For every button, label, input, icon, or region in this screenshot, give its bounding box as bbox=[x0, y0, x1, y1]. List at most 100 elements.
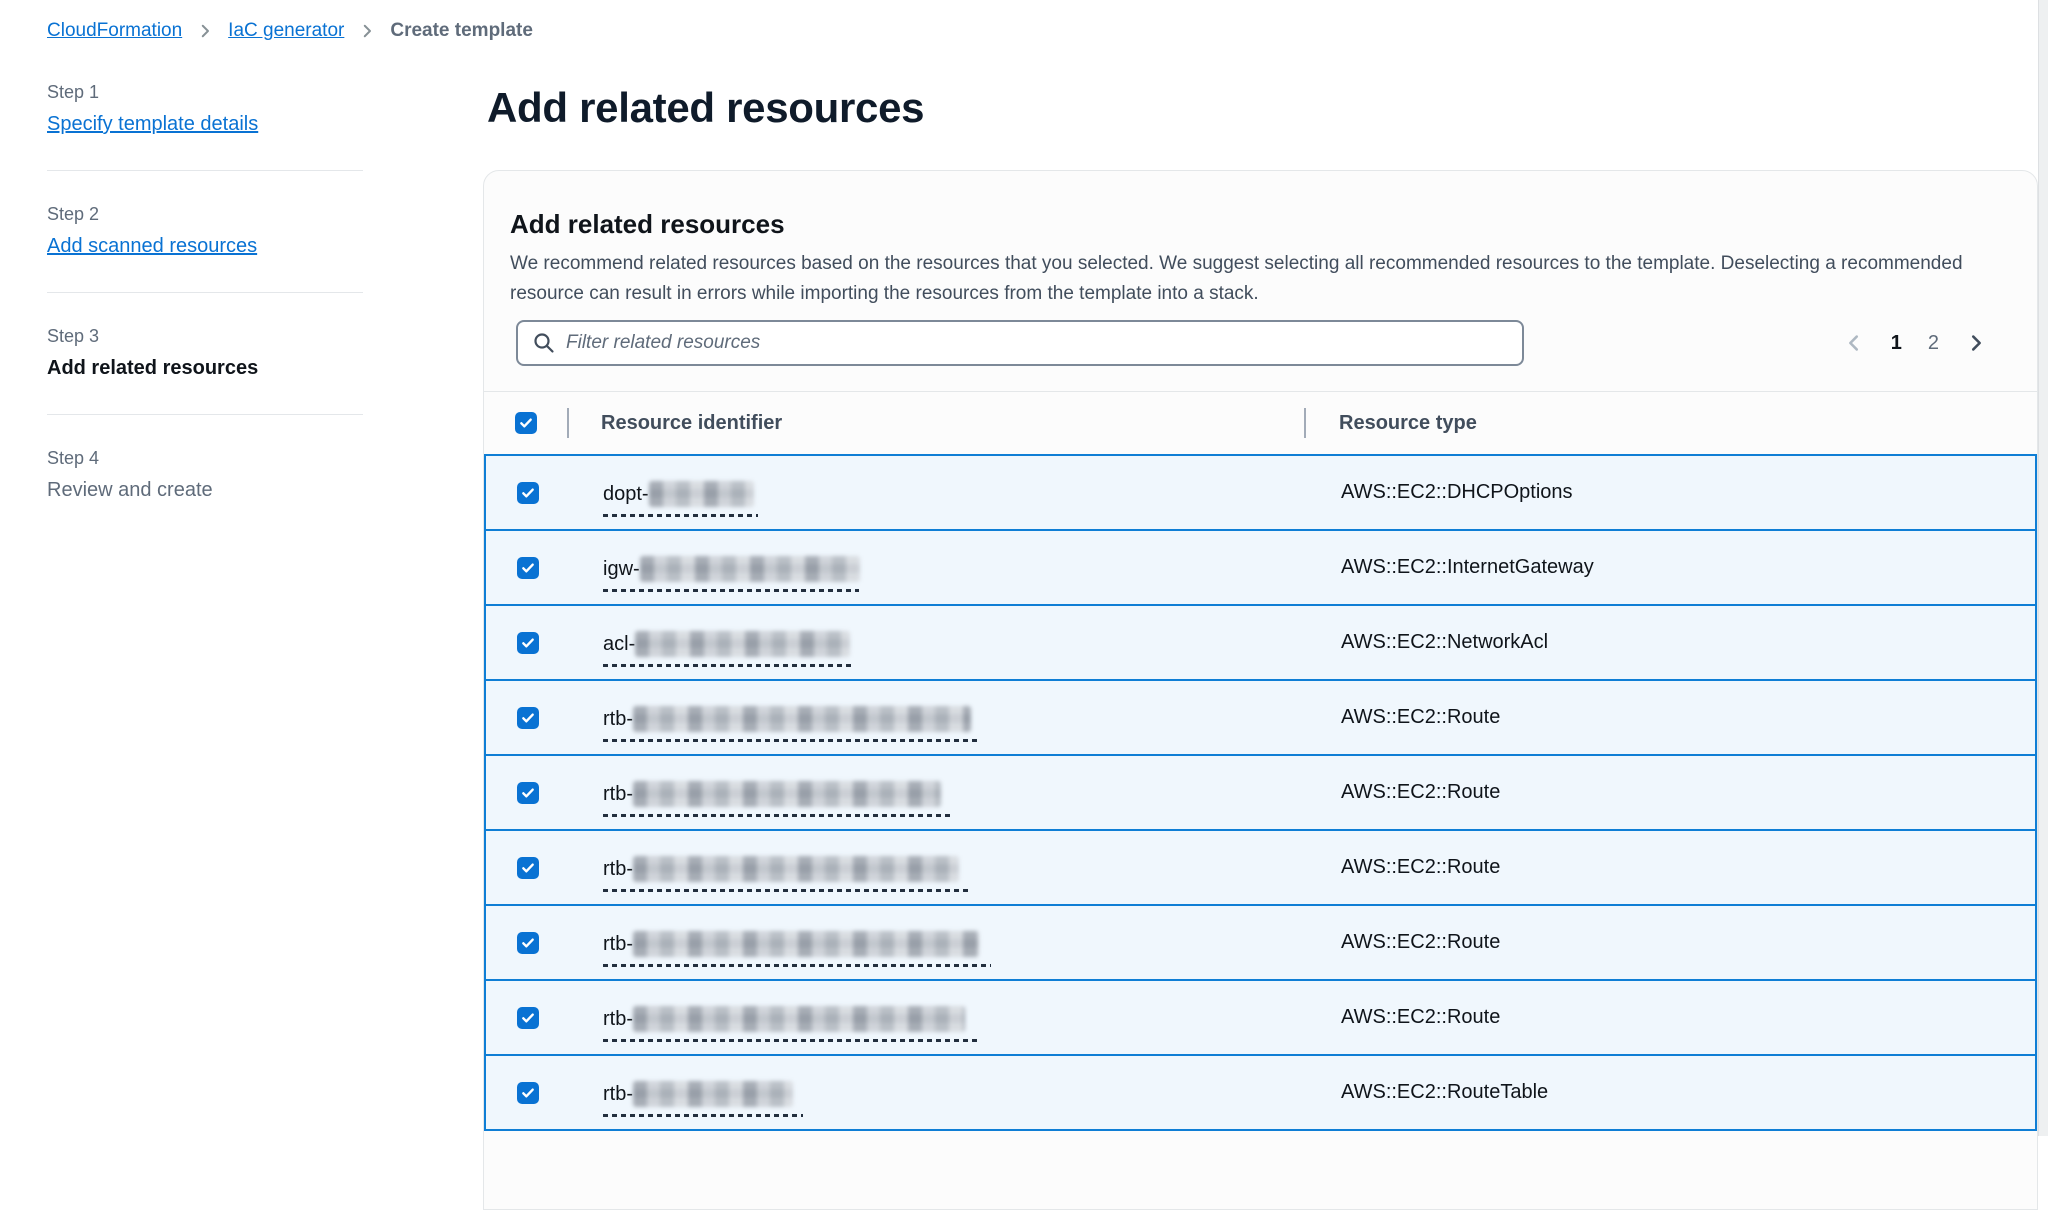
column-header-resource-identifier[interactable]: Resource identifier bbox=[601, 412, 782, 434]
table-row[interactable]: rtb- AWS::EC2::Route bbox=[484, 979, 2037, 1056]
resource-identifier-prefix: rtb- bbox=[603, 1083, 633, 1106]
resource-identifier[interactable]: rtb- bbox=[603, 855, 971, 892]
redacted-identifier-blur bbox=[633, 1006, 965, 1032]
table-row[interactable]: dopt- AWS::EC2::DHCPOptions bbox=[484, 454, 2037, 531]
filter-input[interactable]: Filter related resources bbox=[516, 320, 1524, 366]
wizard-step-nav: Step 1 Specify template details Step 2 A… bbox=[47, 82, 363, 502]
resource-type-value: AWS::EC2::Route bbox=[1306, 681, 2035, 754]
panel-description: We recommend related resources based on … bbox=[510, 249, 2011, 309]
table-row[interactable]: igw- AWS::EC2::InternetGateway bbox=[484, 529, 2037, 606]
chevron-right-icon bbox=[196, 22, 214, 40]
divider bbox=[47, 414, 363, 415]
row-checkbox[interactable] bbox=[517, 632, 539, 654]
pagination: 1 2 bbox=[1843, 332, 1987, 355]
step-3-current: Add related resources bbox=[47, 357, 258, 379]
table-row[interactable]: rtb- AWS::EC2::RouteTable bbox=[484, 1054, 2037, 1131]
table-row[interactable]: acl- AWS::EC2::NetworkAcl bbox=[484, 604, 2037, 681]
step-4: Step 4 Review and create bbox=[47, 448, 363, 502]
redacted-identifier-blur bbox=[635, 631, 850, 657]
resource-identifier[interactable]: rtb- bbox=[603, 930, 991, 967]
redacted-identifier-blur bbox=[633, 931, 979, 957]
redacted-identifier-blur bbox=[640, 556, 860, 582]
identifier-dotted-underline bbox=[603, 739, 978, 742]
search-icon bbox=[532, 331, 556, 355]
table-row[interactable]: rtb- AWS::EC2::Route bbox=[484, 754, 2037, 831]
step-3: Step 3 Add related resources bbox=[47, 326, 363, 380]
resource-identifier-prefix: rtb- bbox=[603, 708, 633, 731]
panel-title: Add related resources bbox=[510, 207, 2011, 241]
redacted-identifier-blur bbox=[649, 481, 754, 507]
breadcrumb-link-iac-generator[interactable]: IaC generator bbox=[228, 20, 344, 42]
column-header-resource-type[interactable]: Resource type bbox=[1339, 412, 1477, 434]
resource-identifier[interactable]: rtb- bbox=[603, 705, 978, 742]
step-2-link[interactable]: Add scanned resources bbox=[47, 235, 257, 258]
resource-type-value: AWS::EC2::NetworkAcl bbox=[1306, 606, 2035, 679]
table-row[interactable]: rtb- AWS::EC2::Route bbox=[484, 679, 2037, 756]
resource-identifier[interactable]: rtb- bbox=[603, 1080, 803, 1117]
resource-identifier-prefix: rtb- bbox=[603, 1008, 633, 1031]
chevron-right-icon bbox=[358, 22, 376, 40]
resource-identifier[interactable]: rtb- bbox=[603, 1005, 978, 1042]
resource-identifier-prefix: dopt- bbox=[603, 483, 649, 506]
identifier-dotted-underline bbox=[603, 589, 859, 592]
resource-type-value: AWS::EC2::InternetGateway bbox=[1306, 531, 2035, 604]
column-divider bbox=[1304, 408, 1306, 438]
row-checkbox[interactable] bbox=[517, 557, 539, 579]
pagination-page-1[interactable]: 1 bbox=[1891, 332, 1902, 355]
resource-identifier[interactable]: dopt- bbox=[603, 480, 758, 517]
resource-type-value: AWS::EC2::Route bbox=[1306, 981, 2035, 1054]
resource-identifier-prefix: rtb- bbox=[603, 858, 633, 881]
resource-identifier-prefix: rtb- bbox=[603, 783, 633, 806]
row-checkbox[interactable] bbox=[517, 932, 539, 954]
resource-identifier[interactable]: igw- bbox=[603, 555, 860, 592]
identifier-dotted-underline bbox=[603, 814, 953, 817]
redacted-identifier-blur bbox=[633, 856, 959, 882]
step-4-upcoming: Review and create bbox=[47, 479, 213, 501]
table-row[interactable]: rtb- AWS::EC2::Route bbox=[484, 829, 2037, 906]
filter-placeholder: Filter related resources bbox=[566, 332, 760, 354]
pagination-page-2[interactable]: 2 bbox=[1928, 332, 1939, 355]
table-body: dopt- AWS::EC2::DHCPOptions igw- AWS::E bbox=[484, 454, 2037, 1131]
breadcrumb-link-cloudformation[interactable]: CloudFormation bbox=[47, 20, 182, 42]
row-checkbox[interactable] bbox=[517, 707, 539, 729]
pagination-next-icon[interactable] bbox=[1965, 332, 1987, 354]
resource-identifier-prefix: rtb- bbox=[603, 933, 633, 956]
resource-identifier[interactable]: rtb- bbox=[603, 780, 953, 817]
step-1: Step 1 Specify template details bbox=[47, 82, 363, 136]
row-checkbox[interactable] bbox=[517, 857, 539, 879]
step-2: Step 2 Add scanned resources bbox=[47, 204, 363, 258]
row-checkbox[interactable] bbox=[517, 1007, 539, 1029]
divider bbox=[47, 170, 363, 171]
step-1-label: Step 1 bbox=[47, 82, 363, 103]
related-resources-panel: Add related resources We recommend relat… bbox=[483, 170, 2038, 1210]
row-checkbox[interactable] bbox=[517, 1082, 539, 1104]
resource-identifier[interactable]: acl- bbox=[603, 630, 855, 667]
table-header-row: Resource identifier Resource type bbox=[484, 391, 2037, 454]
redacted-identifier-blur bbox=[633, 781, 941, 807]
step-1-link[interactable]: Specify template details bbox=[47, 113, 258, 136]
identifier-dotted-underline bbox=[603, 1114, 803, 1117]
step-2-label: Step 2 bbox=[47, 204, 363, 225]
redacted-identifier-blur bbox=[633, 1081, 793, 1107]
divider bbox=[47, 292, 363, 293]
row-checkbox[interactable] bbox=[517, 482, 539, 504]
identifier-dotted-underline bbox=[603, 1039, 978, 1042]
resource-type-value: AWS::EC2::DHCPOptions bbox=[1306, 456, 2035, 529]
identifier-dotted-underline bbox=[603, 889, 971, 892]
identifier-dotted-underline bbox=[603, 964, 991, 967]
resource-identifier-prefix: igw- bbox=[603, 558, 640, 581]
identifier-dotted-underline bbox=[603, 664, 855, 667]
column-divider bbox=[567, 408, 569, 438]
page-title: Add related resources bbox=[487, 84, 924, 132]
pagination-prev-icon[interactable] bbox=[1843, 332, 1865, 354]
identifier-dotted-underline bbox=[603, 514, 758, 517]
table-row[interactable]: rtb- AWS::EC2::Route bbox=[484, 904, 2037, 981]
row-checkbox[interactable] bbox=[517, 782, 539, 804]
resource-type-value: AWS::EC2::Route bbox=[1306, 831, 2035, 904]
resource-type-value: AWS::EC2::Route bbox=[1306, 906, 2035, 979]
select-all-checkbox[interactable] bbox=[515, 412, 537, 434]
breadcrumb: CloudFormation IaC generator Create temp… bbox=[47, 20, 533, 42]
scrollbar[interactable] bbox=[2038, 0, 2048, 1136]
related-resources-table: Resource identifier Resource type dopt- bbox=[484, 391, 2037, 1131]
table-toolbar: Filter related resources 1 2 bbox=[484, 309, 2037, 366]
